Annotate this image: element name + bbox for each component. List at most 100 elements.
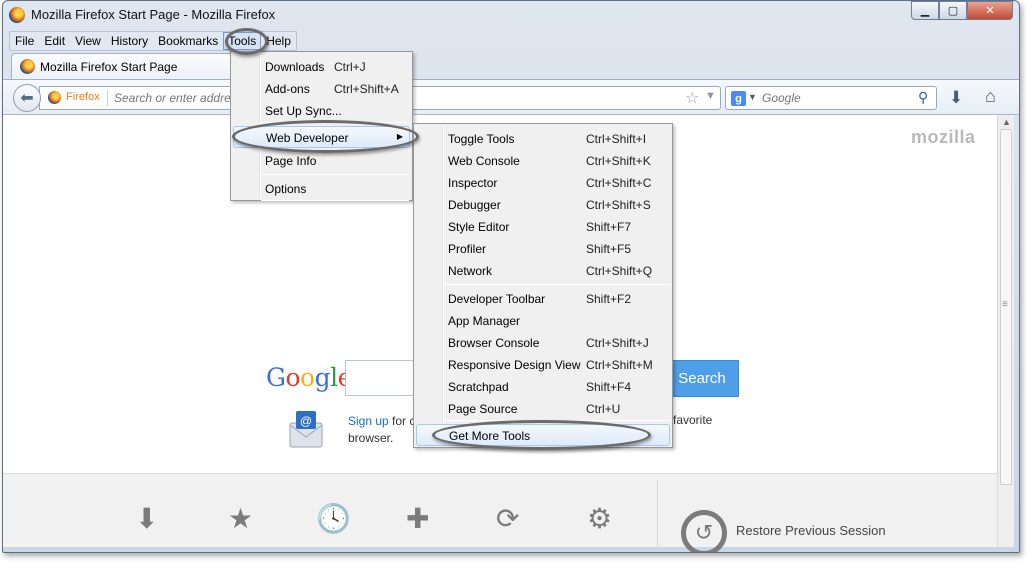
menu-item-label: Scratchpad — [448, 380, 509, 394]
tab-start-page[interactable]: Mozilla Firefox Start Page — [11, 53, 233, 79]
webdev-item-profiler[interactable]: Profiler Shift+F5 — [416, 238, 670, 260]
menu-item-label: Web Developer — [266, 131, 349, 145]
menu-item-label: Options — [265, 182, 307, 196]
menu-item-shortcut: Ctrl+Shift+A — [334, 82, 399, 96]
webdev-item-scratchpad[interactable]: Scratchpad Shift+F4 — [416, 376, 670, 398]
search-bar[interactable]: g ▼ Google ⚲ — [725, 86, 937, 110]
title-bar: Mozilla Firefox Start Page - Mozilla Fir… — [3, 1, 1019, 29]
menu-separator — [444, 420, 670, 421]
tools-item-web-developer[interactable]: Web Developer ▶ — [233, 126, 410, 148]
webdev-item-app-manager[interactable]: App Manager — [416, 310, 670, 332]
signup-link[interactable]: Sign up — [348, 414, 389, 428]
google-logo: Google — [266, 363, 352, 392]
menu-item-shortcut: Shift+F7 — [586, 220, 632, 234]
signup-rest: for c — [392, 414, 416, 428]
signup-line2: browser. — [348, 431, 394, 445]
history-icon[interactable]: 🕓 — [316, 502, 351, 535]
google-logo-letter: g — [314, 363, 331, 392]
webdev-item-get-more-tools[interactable]: Get More Tools — [416, 424, 670, 446]
menu-item-label: Style Editor — [448, 220, 510, 234]
scroll-grip-icon: ≡ — [1002, 299, 1008, 310]
tools-item-options[interactable]: Options — [233, 178, 410, 200]
signup-text: Sign up for c browser. — [348, 413, 418, 447]
maximize-button[interactable]: ▢ — [939, 1, 967, 20]
scroll-up-icon[interactable]: ▲ — [1002, 117, 1011, 127]
menu-help[interactable]: Help — [261, 32, 296, 50]
webdev-item-developer-toolbar[interactable]: Developer Toolbar Shift+F2 — [416, 288, 670, 310]
menu-separator — [261, 174, 409, 175]
settings-icon[interactable]: ⚙ — [587, 502, 612, 535]
minimize-button[interactable]: ▁ — [911, 1, 939, 20]
sync-icon[interactable]: ⟳ — [496, 502, 519, 535]
webdev-item-style-editor[interactable]: Style Editor Shift+F7 — [416, 216, 670, 238]
menu-item-shortcut: Shift+F2 — [586, 292, 632, 306]
back-button[interactable]: ⬅ — [13, 84, 41, 112]
menu-item-label: Inspector — [448, 176, 498, 190]
mozilla-logo: mozilla — [911, 127, 976, 147]
window-title: Mozilla Firefox Start Page - Mozilla Fir… — [31, 7, 276, 22]
bookmarks-icon[interactable]: ★ — [228, 502, 253, 535]
google-logo-letter: o — [300, 363, 315, 392]
tools-item-page-info[interactable]: Page Info — [233, 150, 410, 172]
menu-tools[interactable]: Tools — [223, 32, 262, 50]
tools-item-downloads[interactable]: Downloads Ctrl+J — [233, 56, 410, 78]
url-separator — [107, 90, 108, 106]
google-logo-letter: G — [266, 363, 286, 392]
history-dropdown-icon[interactable]: ▼ — [705, 90, 716, 102]
restore-session-label[interactable]: Restore Previous Session — [736, 523, 886, 538]
favorite-text: favorite — [673, 413, 713, 427]
menu-edit[interactable]: Edit — [39, 32, 70, 50]
svg-text:@: @ — [300, 414, 312, 428]
firefox-logo-icon — [9, 7, 25, 23]
menu-item-shortcut: Ctrl+Shift+S — [586, 198, 651, 212]
tools-item-add-ons[interactable]: Add-ons Ctrl+Shift+A — [233, 78, 410, 100]
search-input[interactable]: Google — [762, 91, 801, 105]
menu-item-label: Debugger — [448, 198, 501, 212]
webdev-item-responsive-design-view[interactable]: Responsive Design View Ctrl+Shift+M — [416, 354, 670, 376]
menu-history[interactable]: History — [106, 32, 153, 50]
menu-separator — [261, 200, 409, 201]
menu-bookmarks[interactable]: Bookmarks — [153, 32, 223, 50]
webdev-item-page-source[interactable]: Page Source Ctrl+U — [416, 398, 670, 420]
webdev-item-inspector[interactable]: Inspector Ctrl+Shift+C — [416, 172, 670, 194]
url-input[interactable]: Search or enter address — [114, 91, 243, 105]
menu-item-label: Web Console — [448, 154, 520, 168]
menu-item-shortcut: Ctrl+Shift+Q — [586, 264, 653, 278]
restore-session-icon[interactable]: ↺ — [681, 510, 727, 552]
vertical-scrollbar[interactable]: ▲ ≡ — [997, 115, 1014, 547]
search-icon[interactable]: ⚲ — [918, 89, 928, 106]
bookmark-star-icon[interactable]: ☆ — [685, 88, 699, 108]
google-engine-icon[interactable]: g — [731, 91, 746, 106]
webdev-item-network[interactable]: Network Ctrl+Shift+Q — [416, 260, 670, 282]
identity-label[interactable]: Firefox — [66, 91, 100, 103]
google-logo-letter: l — [330, 363, 338, 392]
menu-item-label: Add-ons — [265, 82, 310, 96]
back-arrow-icon: ⬅ — [20, 90, 34, 107]
webdev-item-toggle-tools[interactable]: Toggle Tools Ctrl+Shift+I — [416, 128, 670, 150]
webdev-item-browser-console[interactable]: Browser Console Ctrl+Shift+J — [416, 332, 670, 354]
navigation-toolbar: Firefox Search or enter address ☆ ▼ ↻ ⬅ … — [3, 79, 1019, 115]
webdev-item-debugger[interactable]: Debugger Ctrl+Shift+S — [416, 194, 670, 216]
webdev-item-web-console[interactable]: Web Console Ctrl+Shift+K — [416, 150, 670, 172]
menu-separator — [261, 122, 409, 123]
downloads-icon[interactable]: ⬇ — [135, 502, 158, 535]
menu-item-shortcut: Ctrl+U — [586, 402, 621, 416]
menu-item-shortcut: Ctrl+Shift+M — [586, 358, 653, 372]
google-search-button[interactable]: Search — [665, 360, 739, 397]
menu-item-label: Get More Tools — [449, 429, 531, 443]
close-button[interactable]: ✕ — [967, 1, 1013, 20]
tools-item-set-up-sync[interactable]: Set Up Sync... — [233, 100, 410, 122]
menu-view[interactable]: View — [70, 32, 106, 50]
menu-item-shortcut: Ctrl+Shift+K — [586, 154, 651, 168]
menu-file[interactable]: File — [10, 32, 39, 50]
window-controls: ▁ ▢ ✕ — [911, 1, 1013, 20]
menu-item-label: Downloads — [265, 60, 325, 74]
menu-item-label: Developer Toolbar — [448, 292, 546, 306]
engine-dropdown-icon[interactable]: ▼ — [748, 92, 757, 102]
home-icon[interactable]: ⌂ — [985, 86, 996, 107]
tab-title: Mozilla Firefox Start Page — [40, 60, 178, 74]
downloads-icon[interactable]: ⬇ — [949, 88, 963, 108]
email-icon: @ — [289, 411, 323, 448]
addons-icon[interactable]: ✚ — [406, 502, 429, 535]
menu-item-shortcut: Ctrl+J — [334, 60, 366, 74]
